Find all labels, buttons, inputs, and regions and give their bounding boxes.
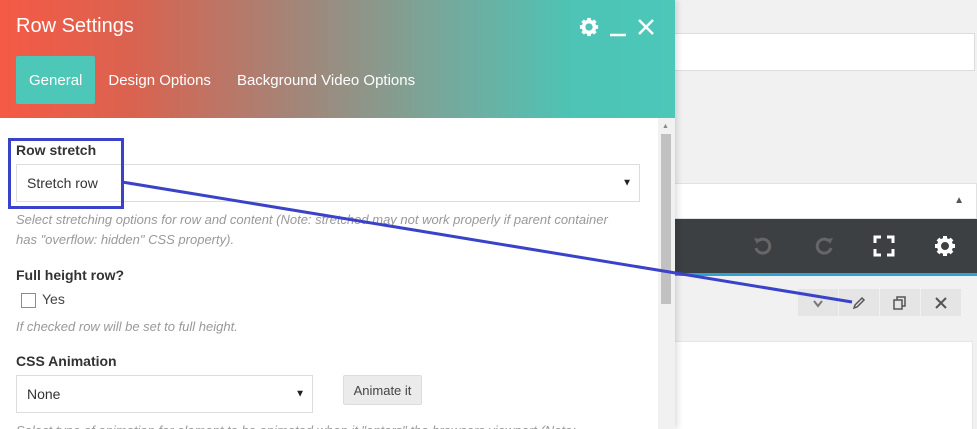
- row-settings-modal: Row Settings General Design Options Back…: [0, 0, 675, 429]
- dropdown-arrow-icon: ▼: [295, 388, 305, 400]
- background-content-area: [665, 341, 973, 429]
- modal-scrollbar[interactable]: ▲: [658, 118, 675, 429]
- row-controls: [798, 289, 961, 316]
- background-panel-header[interactable]: ▲: [665, 183, 977, 219]
- dropdown-arrow-icon: ▼: [622, 177, 632, 189]
- pencil-icon[interactable]: [839, 289, 879, 316]
- close-icon[interactable]: [637, 18, 655, 36]
- css-animation-help: Select type of animation for element to …: [16, 421, 616, 429]
- fullscreen-icon[interactable]: [864, 219, 904, 273]
- animate-it-button[interactable]: Animate it: [343, 375, 422, 405]
- header-controls: [579, 17, 655, 37]
- full-height-checkbox-label[interactable]: Yes: [42, 291, 65, 307]
- close-icon[interactable]: [921, 289, 961, 316]
- modal-header: Row Settings General Design Options Back…: [0, 0, 675, 118]
- row-stretch-help: Select stretching options for row and co…: [16, 212, 608, 247]
- full-height-help: If checked row will be set to full heigh…: [16, 319, 238, 334]
- background-text-input[interactable]: [665, 33, 975, 71]
- css-animation-label: CSS Animation: [16, 353, 117, 369]
- move-icon[interactable]: [798, 289, 838, 316]
- tab-design-options[interactable]: Design Options: [95, 56, 224, 104]
- collapse-caret-icon[interactable]: ▲: [954, 195, 964, 206]
- minimize-icon[interactable]: [609, 17, 627, 37]
- annotation-highlight-box: [8, 138, 124, 209]
- tab-general[interactable]: General: [16, 56, 96, 104]
- css-animation-value: None: [27, 386, 61, 402]
- settings-gear-icon[interactable]: [925, 219, 965, 273]
- copy-icon[interactable]: [880, 289, 920, 316]
- redo-icon[interactable]: [804, 219, 844, 273]
- undo-icon[interactable]: [743, 219, 783, 273]
- modal-title: Row Settings: [16, 15, 134, 37]
- gear-icon[interactable]: [579, 17, 599, 37]
- full-height-checkbox[interactable]: [21, 293, 36, 308]
- toolbar-accent-line: [665, 273, 977, 276]
- css-animation-select[interactable]: None ▼: [16, 375, 313, 413]
- tab-bar: General Design Options Background Video …: [16, 56, 428, 104]
- editor-toolbar: [665, 219, 977, 273]
- scrollbar-thumb[interactable]: [661, 134, 671, 304]
- scroll-up-arrow-icon[interactable]: ▲: [662, 123, 669, 130]
- tab-background-video-options[interactable]: Background Video Options: [224, 56, 428, 104]
- full-height-label: Full height row?: [16, 267, 125, 283]
